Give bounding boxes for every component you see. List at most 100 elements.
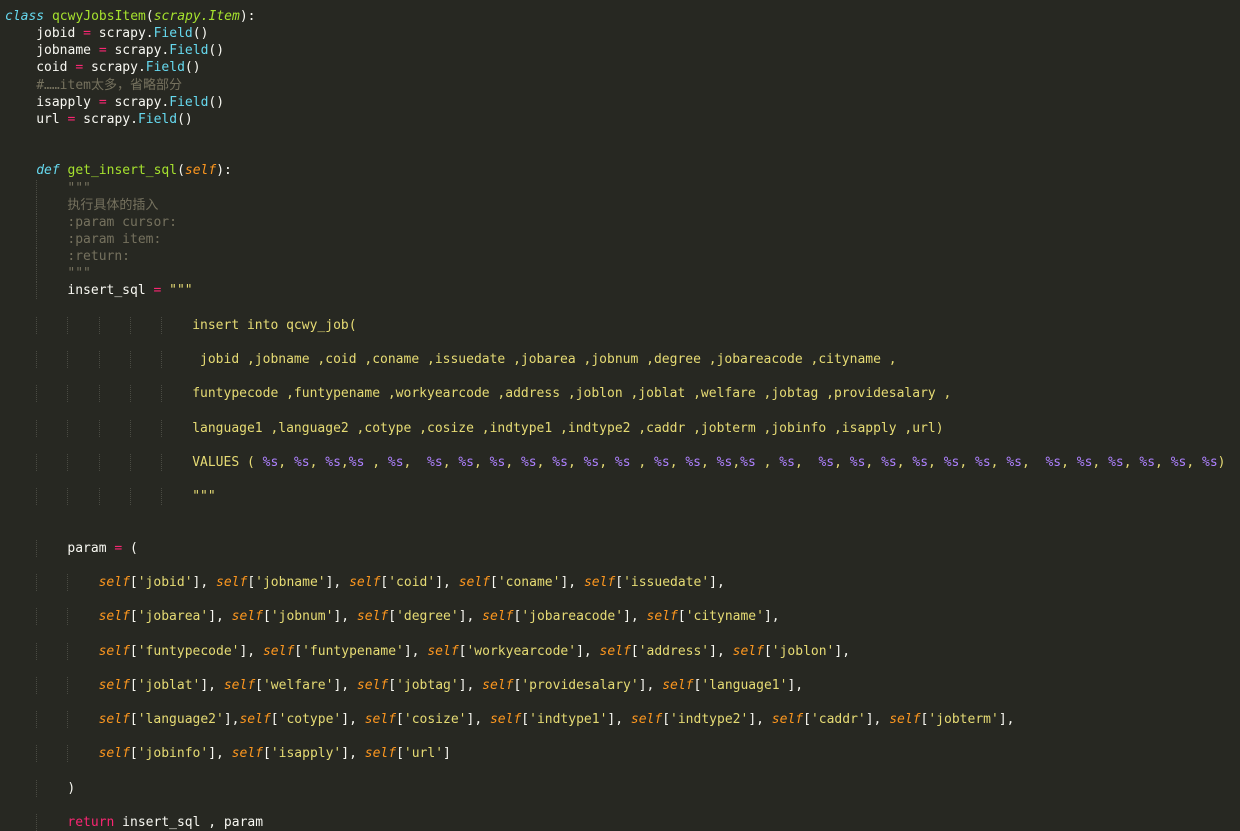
token-plain: param <box>67 540 115 556</box>
code-line[interactable]: jobid ,jobname ,coid ,coname ,issuedate … <box>0 351 1240 368</box>
token-plain: jobid <box>36 26 84 42</box>
token-call: Field <box>169 43 209 59</box>
code-line[interactable] <box>0 591 1240 608</box>
code-line[interactable] <box>0 625 1240 642</box>
code-line[interactable]: funtypecode ,funtypename ,workyearcode ,… <box>0 385 1240 403</box>
code-line[interactable]: def get_insert_sql(self): <box>0 162 1240 179</box>
code-line[interactable]: self['language2'],self['cotype'], self['… <box>0 711 1240 729</box>
token-str: , <box>1186 454 1203 470</box>
code-line[interactable] <box>0 728 1240 745</box>
token-str: 'indtype2' <box>670 712 749 728</box>
code-line[interactable]: self['jobarea'], self['jobnum'], self['d… <box>0 608 1240 626</box>
code-line[interactable] <box>0 694 1240 711</box>
token-str: , <box>701 454 717 470</box>
token-plain: ], <box>709 574 725 590</box>
code-line[interactable] <box>0 557 1240 574</box>
token-plain: ], <box>192 574 217 590</box>
code-line[interactable]: 执行具体的插入 <box>0 196 1240 214</box>
token-self: self <box>364 712 397 728</box>
token-str: language1 ,language2 ,cotype ,cosize ,in… <box>192 420 944 436</box>
token-str: """ <box>169 283 193 299</box>
code-line[interactable] <box>0 402 1240 419</box>
token-fmt: %s <box>1202 454 1218 470</box>
token-plain: [ <box>630 643 639 659</box>
code-line[interactable]: language1 ,language2 ,cotype ,cosize ,in… <box>0 419 1240 437</box>
code-line[interactable]: class qcwyJobsItem(scrapy.Item): <box>0 8 1240 25</box>
code-text: param = ( <box>67 540 137 557</box>
code-line[interactable]: ) <box>0 779 1240 797</box>
code-line[interactable]: #……item太多，省略部分 <box>0 77 1240 94</box>
token-str: 'language1' <box>701 677 788 693</box>
code-line[interactable] <box>0 300 1240 317</box>
code-line[interactable] <box>0 437 1240 454</box>
indent-guide <box>67 608 69 626</box>
code-line[interactable]: self['jobinfo'], self['isapply'], self['… <box>0 745 1240 763</box>
token-fmt: %s <box>943 454 960 470</box>
code-line[interactable]: insert into qcwy_job( <box>0 316 1240 334</box>
code-line[interactable] <box>0 505 1240 522</box>
code-line[interactable] <box>0 797 1240 814</box>
indent-guide <box>129 385 131 403</box>
token-str: 'jobid' <box>137 574 193 590</box>
code-line[interactable]: param = ( <box>0 539 1240 557</box>
indent-guide <box>161 419 162 437</box>
token-str: 'jobareacode' <box>521 609 624 625</box>
code-line[interactable]: insert_sql = """ <box>0 282 1240 300</box>
token-str: 'cityname' <box>685 609 764 625</box>
token-ret: return <box>67 815 115 831</box>
code-line[interactable]: isapply = scrapy.Field() <box>0 94 1240 111</box>
code-line[interactable]: """ <box>0 179 1240 197</box>
token-str: , <box>630 454 655 470</box>
code-text: self['jobarea'], self['jobnum'], self['d… <box>99 608 780 625</box>
token-plain: jobname <box>36 43 99 59</box>
code-line[interactable]: return insert_sql , param <box>0 814 1240 831</box>
code-line[interactable] <box>0 763 1240 780</box>
code-line[interactable]: coid = scrapy.Field() <box>0 59 1240 76</box>
token-str: 'url' <box>403 746 444 762</box>
code-line[interactable]: jobname = scrapy.Field() <box>0 42 1240 59</box>
token-str: , <box>505 454 521 470</box>
code-line[interactable]: self['funtypecode'], self['funtypename']… <box>0 642 1240 660</box>
token-doc: """ <box>67 266 91 282</box>
code-line[interactable] <box>0 334 1240 351</box>
code-line[interactable]: jobid = scrapy.Field() <box>0 25 1240 42</box>
indent-guide <box>36 676 38 694</box>
token-str: 'isapply' <box>270 746 342 762</box>
code-line[interactable]: :param cursor: <box>0 213 1240 231</box>
indent-guide <box>161 453 162 471</box>
code-line[interactable]: :param item: <box>0 230 1240 248</box>
code-line[interactable]: VALUES ( %s, %s, %s,%s , %s, %s, %s, %s,… <box>0 453 1240 471</box>
token-fmt: %s <box>818 454 835 470</box>
code-line[interactable]: url = scrapy.Field() <box>0 111 1240 128</box>
token-plain: [ <box>262 609 271 625</box>
code-text: :return: <box>67 248 130 265</box>
token-str: , <box>278 454 294 470</box>
code-editor[interactable]: class qcwyJobsItem(scrapy.Item): jobid = … <box>0 0 1240 831</box>
token-plain: url <box>36 111 68 127</box>
code-line[interactable] <box>0 471 1240 488</box>
indent-guide <box>36 642 38 660</box>
code-line[interactable] <box>0 523 1240 540</box>
code-line[interactable]: self['jobid'], self['jobname'], self['co… <box>0 573 1240 591</box>
code-line[interactable] <box>0 145 1240 162</box>
token-plain: scrapy. <box>106 94 170 110</box>
token-str: , <box>474 454 490 470</box>
code-text: 执行具体的插入 <box>67 197 158 214</box>
token-str: 'language2' <box>137 712 224 728</box>
token-self: self <box>216 574 248 590</box>
code-line[interactable]: :return: <box>0 248 1240 266</box>
code-line[interactable]: self['joblat'], self['welfare'], self['j… <box>0 676 1240 694</box>
token-plain: ], <box>623 609 647 625</box>
code-text: :param item: <box>67 231 161 248</box>
token-self: self <box>98 609 130 625</box>
code-line[interactable] <box>0 128 1240 145</box>
code-line[interactable]: """ <box>0 265 1240 283</box>
code-line[interactable] <box>0 368 1240 385</box>
code-line[interactable]: """ <box>0 488 1240 506</box>
token-fmt: %s <box>520 454 537 470</box>
token-plain: [ <box>803 712 811 728</box>
indent-guide <box>36 351 38 368</box>
code-line[interactable] <box>0 660 1240 677</box>
indent-guide <box>129 419 131 437</box>
